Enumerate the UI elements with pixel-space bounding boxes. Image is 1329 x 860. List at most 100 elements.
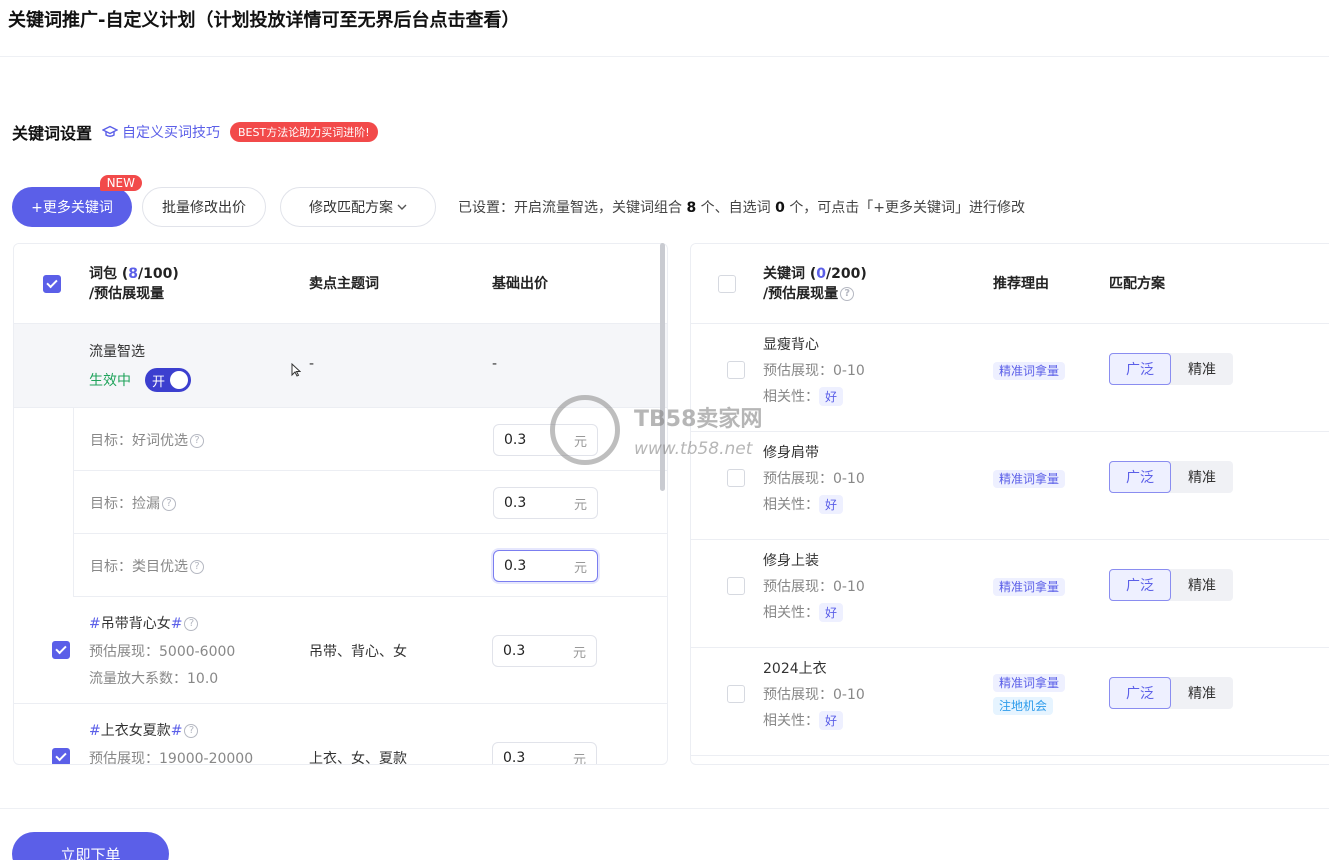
package-name: #吊带背心女#? — [89, 613, 199, 633]
submit-order-button[interactable]: 立即下单 — [12, 832, 169, 860]
more-keywords-label: +更多关键词 — [31, 200, 113, 216]
col-keyword: 关键词 (0/200) /预估展现量? — [763, 264, 993, 304]
submit-order-label: 立即下单 — [60, 846, 121, 860]
match-exact-option[interactable]: 精准 — [1171, 353, 1233, 385]
goal-label: 目标：好词优选? — [90, 430, 204, 450]
reason-cell-2: 注地机会 — [993, 695, 1054, 715]
package-price-input[interactable]: 0.3 元 — [492, 635, 597, 667]
goal-price-input[interactable]: 0.3 元 — [493, 487, 598, 519]
reason-cell: 精准词拿量 — [993, 672, 1066, 692]
status-combo-count: 8 — [686, 200, 697, 216]
keyword-impression: 预估展现：0-10 — [763, 687, 865, 703]
bottom-divider — [0, 808, 1329, 809]
col-package-sub: /预估展现量 — [89, 285, 165, 302]
keyword-name: 修身上装 — [763, 553, 819, 569]
best-badge[interactable]: BEST方法论助力买词进阶! — [230, 122, 378, 142]
match-exact-option[interactable]: 精准 — [1171, 461, 1233, 493]
price-unit: 元 — [573, 560, 587, 576]
package-table-header: 词包 (8/100) /预估展现量 卖点主题词 基础出价 — [14, 244, 667, 324]
help-icon[interactable]: ? — [184, 724, 199, 738]
match-exact-option[interactable]: 精准 — [1171, 569, 1233, 601]
package-row: #吊带背心女#? 预估展现：5000-6000 流量放大系数：10.0 吊带、背… — [14, 597, 667, 704]
settings-status: 已设置：开启流量智选，关键词组合 8 个、自选词 0 个，可点击「+更多关键词」… — [458, 197, 1025, 217]
watermark: TB58卖家网 www.tb58.net — [550, 395, 762, 465]
help-icon[interactable]: ? — [190, 434, 204, 448]
batch-edit-price-button[interactable]: 批量修改出价 — [142, 187, 266, 227]
reason-tag: 精准词拿量 — [993, 362, 1066, 380]
reason-tag: 精准词拿量 — [993, 470, 1066, 488]
help-icon[interactable]: ? — [190, 560, 204, 574]
col-keyword-count: 0 — [816, 265, 827, 282]
price-unit: 元 — [572, 752, 586, 765]
keyword-checkbox[interactable] — [727, 685, 745, 703]
flow-smart-theme: - — [309, 356, 315, 372]
col-reason: 推荐理由 — [993, 275, 1049, 292]
price-unit: 元 — [573, 497, 587, 513]
match-broad-option[interactable]: 广泛 — [1109, 461, 1171, 493]
keyword-name: 2024上衣 — [763, 661, 827, 677]
keyword-relevance: 相关性：好 — [763, 386, 844, 406]
help-icon[interactable]: ? — [184, 617, 199, 631]
price-value: 0.3 — [503, 643, 526, 659]
package-impression: 预估展现：5000-6000 — [89, 644, 236, 660]
toggle-knob — [170, 371, 188, 389]
status-prefix: 已设置：开启流量智选，关键词组合 — [458, 200, 682, 216]
page-title: 关键词推广-自定义计划（计划投放详情可至无界后台点击查看） — [8, 10, 520, 31]
flow-smart-name: 流量智选 — [89, 344, 145, 360]
flow-smart-toggle[interactable]: 开 — [145, 368, 191, 392]
more-keywords-button[interactable]: +更多关键词 NEW — [12, 175, 142, 227]
match-plan-segment: 广泛 精准 — [1109, 353, 1233, 385]
section-header: 关键词设置 自定义买词技巧 BEST方法论助力买词进阶! — [12, 120, 378, 144]
match-broad-option[interactable]: 广泛 — [1109, 353, 1171, 385]
edit-match-plan-dropdown[interactable]: 修改匹配方案 — [280, 187, 436, 227]
batch-edit-price-label: 批量修改出价 — [162, 200, 246, 216]
package-row: #上衣女夏款#? 预估展现：19000-20000 上衣、女、夏款 0.3 元 — [14, 704, 667, 765]
relevance-tag: 好 — [819, 387, 844, 406]
match-plan-segment: 广泛 精准 — [1109, 569, 1233, 601]
toggle-label: 开 — [152, 374, 166, 390]
flow-smart-status: 生效中 — [89, 373, 131, 389]
opportunity-tag: 注地机会 — [993, 697, 1054, 715]
keyword-impression: 预估展现：0-10 — [763, 579, 865, 595]
col-package-count: 8 — [128, 265, 139, 282]
graduation-cap-icon — [102, 125, 119, 137]
col-price: 基础出价 — [492, 275, 548, 292]
keyword-relevance: 相关性：好 — [763, 710, 844, 730]
goal-price-input[interactable]: 0.3 元 — [493, 550, 598, 582]
select-all-packages-checkbox[interactable] — [42, 274, 61, 293]
package-checkbox[interactable] — [52, 748, 70, 764]
keyword-list-panel: 关键词 (0/200) /预估展现量? 推荐理由 匹配方案 显瘦背心 预估展现：… — [690, 243, 1329, 765]
match-plan-segment: 广泛 精准 — [1109, 461, 1233, 493]
tips-link[interactable]: 自定义买词技巧 — [102, 122, 220, 142]
watermark-logo — [550, 395, 620, 465]
keyword-checkbox[interactable] — [727, 577, 745, 595]
keyword-relevance: 相关性：好 — [763, 494, 844, 514]
match-broad-option[interactable]: 广泛 — [1109, 677, 1171, 709]
price-unit: 元 — [572, 645, 586, 661]
reason-cell: 精准词拿量 — [993, 360, 1066, 380]
keyword-package-panel: 词包 (8/100) /预估展现量 卖点主题词 基础出价 流量智选 生效中 开 … — [13, 243, 668, 765]
help-icon[interactable]: ? — [840, 286, 855, 301]
keyword-relevance: 相关性：好 — [763, 602, 844, 622]
keyword-checkbox[interactable] — [727, 361, 745, 379]
col-keyword-label: 关键词 ( — [763, 265, 817, 282]
price-value: 0.3 — [504, 495, 527, 511]
match-broad-option[interactable]: 广泛 — [1109, 569, 1171, 601]
status-self-count: 0 — [775, 200, 785, 216]
keyword-name: 修身肩带 — [763, 445, 819, 461]
col-package-label: 词包 ( — [89, 265, 129, 282]
help-icon[interactable]: ? — [162, 497, 176, 511]
keyword-checkbox[interactable] — [727, 469, 745, 487]
goal-label: 目标：类目优选? — [90, 556, 204, 576]
toolbar: +更多关键词 NEW 批量修改出价 修改匹配方案 已设置：开启流量智选，关键词组… — [12, 175, 1025, 228]
section-title: 关键词设置 — [12, 124, 93, 143]
match-exact-option[interactable]: 精准 — [1171, 677, 1233, 709]
relevance-tag: 好 — [819, 495, 844, 514]
chevron-down-icon — [397, 204, 407, 210]
package-factor: 流量放大系数：10.0 — [89, 671, 219, 687]
col-package-total: /100) — [138, 265, 179, 282]
package-checkbox[interactable] — [52, 641, 70, 659]
watermark-url: www.tb58.net — [634, 439, 753, 459]
package-price-input[interactable]: 0.3 元 — [492, 742, 597, 765]
select-all-keywords-checkbox[interactable] — [718, 274, 736, 293]
